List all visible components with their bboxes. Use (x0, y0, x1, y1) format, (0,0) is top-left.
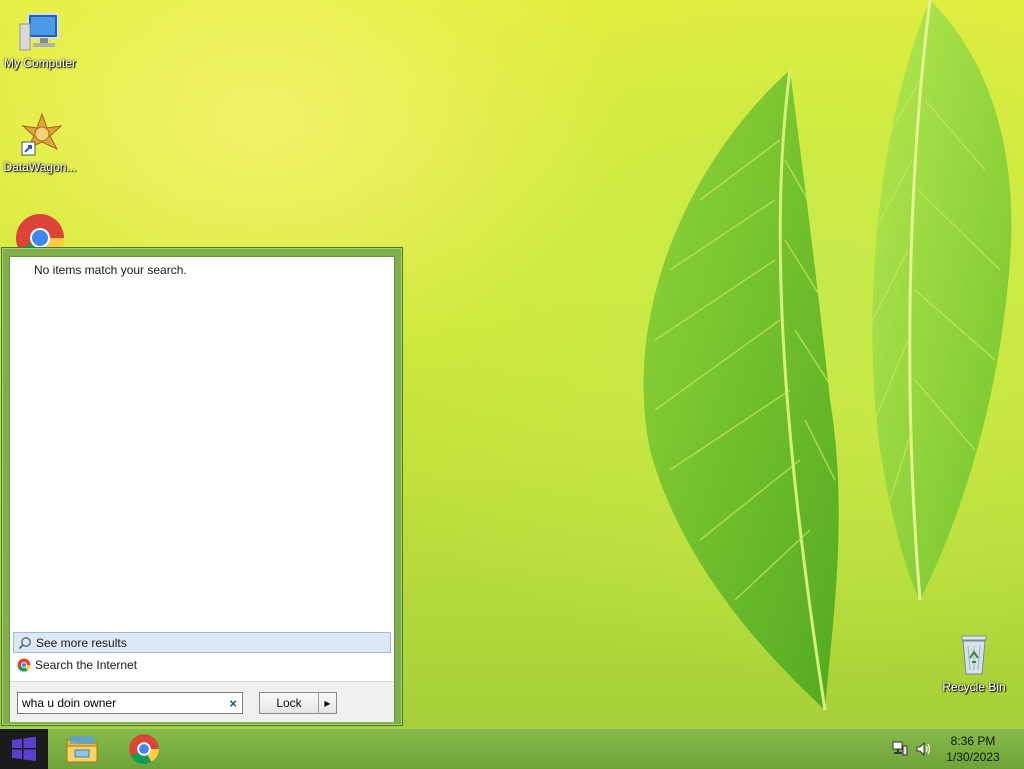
taskbar-clock[interactable]: 8:36 PM 1/30/2023 (938, 733, 1008, 765)
volume-icon[interactable] (916, 741, 932, 757)
taskbar-file-explorer[interactable] (58, 731, 106, 767)
clock-date: 1/30/2023 (946, 750, 1000, 764)
power-options-arrow-icon[interactable]: ▶ (319, 693, 336, 713)
desktop-icon-my-computer[interactable]: My Computer (0, 10, 80, 70)
clear-search-icon[interactable]: × (229, 696, 237, 711)
magnifier-icon (18, 636, 31, 649)
desktop-icon-label: DataWagon... (3, 160, 77, 174)
clock-time: 8:36 PM (950, 734, 996, 748)
system-tray: 8:36 PM 1/30/2023 (884, 729, 1024, 769)
desktop-icon-label: My Computer (3, 56, 77, 70)
datawagon-icon (21, 112, 63, 156)
search-internet-link[interactable]: Search the Internet (13, 654, 391, 675)
start-button[interactable] (0, 729, 48, 769)
see-more-results-label: See more results (36, 635, 127, 650)
start-search-input[interactable] (18, 696, 222, 710)
start-search-box[interactable]: × (17, 692, 243, 714)
desktop-icon-recycle-bin[interactable]: Recycle Bin (934, 630, 1014, 694)
desktop-icon-label: Recycle Bin (942, 680, 1006, 694)
search-internet-label: Search the Internet (35, 657, 138, 672)
chrome-icon (129, 734, 159, 764)
network-icon[interactable] (892, 741, 908, 757)
start-menu-footer: × Lock ▶ (10, 681, 394, 722)
computer-icon (19, 13, 59, 51)
lock-button[interactable]: Lock (260, 693, 319, 713)
search-results-pane: No items match your search. See more res… (9, 256, 395, 722)
folder-icon (66, 736, 98, 763)
desktop: My Computer DataWagon... Recycle Bin No … (0, 0, 1024, 728)
power-button-group: Lock ▶ (259, 692, 337, 714)
taskbar-chrome[interactable] (120, 731, 168, 767)
windows-logo-icon (12, 736, 36, 761)
desktop-icon-datawagon[interactable]: DataWagon... (0, 110, 80, 174)
start-menu: No items match your search. See more res… (1, 247, 403, 726)
chrome-icon (17, 658, 31, 672)
recycle-bin-icon (961, 635, 987, 675)
see-more-results-link[interactable]: See more results (13, 632, 391, 653)
taskbar: 8:36 PM 1/30/2023 (0, 728, 1024, 769)
no-results-message: No items match your search. (34, 263, 187, 277)
